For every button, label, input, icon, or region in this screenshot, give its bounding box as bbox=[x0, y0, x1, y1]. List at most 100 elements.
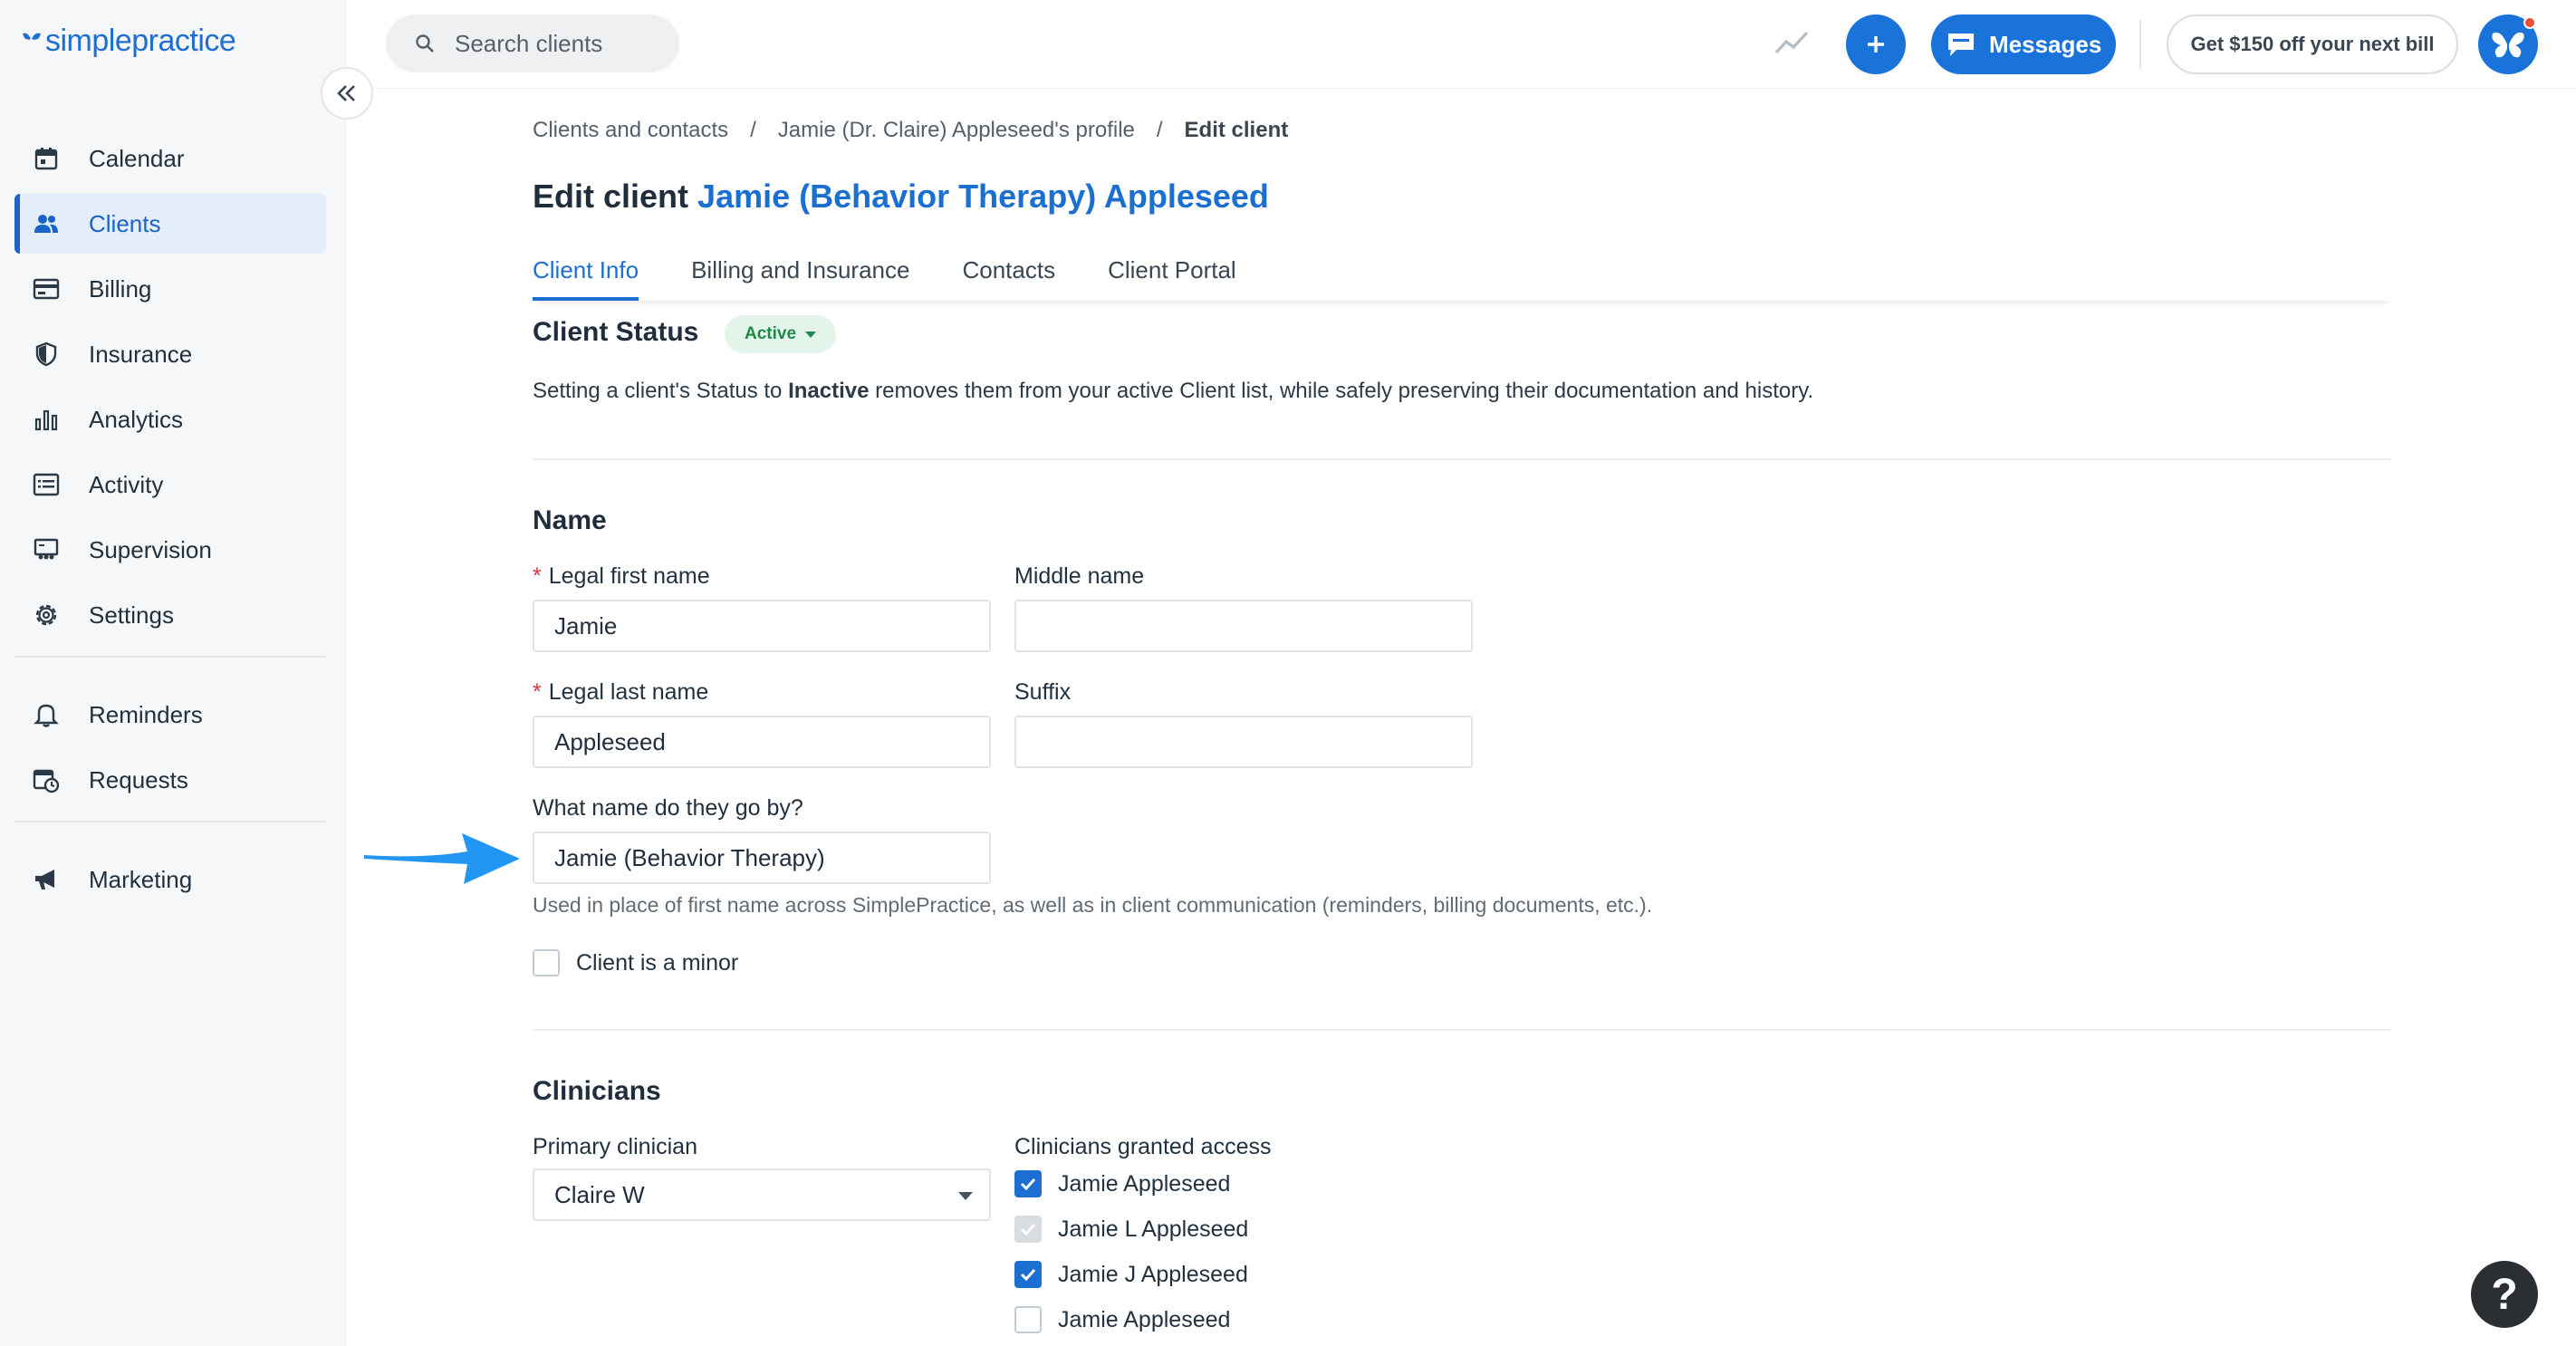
checkmark-icon bbox=[1020, 1178, 1036, 1191]
sidebar-item-marketing[interactable]: Marketing bbox=[14, 850, 326, 909]
sidebar-item-billing[interactable]: Billing bbox=[14, 259, 326, 319]
page-title-prefix: Edit client bbox=[533, 178, 689, 215]
clinician-name: Jamie Appleseed bbox=[1058, 1306, 1231, 1332]
sidebar-item-clients[interactable]: Clients bbox=[14, 194, 326, 254]
search-placeholder: Search clients bbox=[455, 29, 603, 57]
page-title-client-name: Jamie (Behavior Therapy) Appleseed bbox=[697, 178, 1269, 215]
checkbox-checked[interactable] bbox=[1014, 1261, 1042, 1288]
sidebar-item-analytics[interactable]: Analytics bbox=[14, 389, 326, 449]
primary-clinician-select[interactable]: Claire W bbox=[533, 1168, 991, 1221]
users-icon bbox=[33, 210, 60, 237]
middle-name-field[interactable] bbox=[1014, 600, 1473, 652]
goes-by-label: What name do they go by? bbox=[533, 795, 803, 821]
sidebar-item-insurance[interactable]: Insurance bbox=[14, 324, 326, 384]
promo-button[interactable]: Get $150 off your next bill bbox=[2167, 14, 2458, 74]
logo-text: simplepractice bbox=[45, 24, 236, 58]
sidebar-item-label: Insurance bbox=[89, 340, 193, 368]
status-badge-dropdown[interactable]: Active bbox=[725, 315, 837, 353]
megaphone-icon bbox=[33, 866, 60, 893]
double-chevron-left-icon bbox=[337, 85, 355, 101]
breadcrumb-separator: / bbox=[750, 118, 756, 142]
sidebar-item-activity[interactable]: Activity bbox=[14, 455, 326, 514]
last-name-value: Appleseed bbox=[554, 727, 666, 755]
client-is-minor-checkbox[interactable]: Client is a minor bbox=[533, 949, 738, 976]
sidebar-item-calendar[interactable]: Calendar bbox=[14, 129, 326, 188]
tab-billing-and-insurance[interactable]: Billing and Insurance bbox=[691, 250, 909, 301]
clinician-name: Jamie L Appleseed bbox=[1058, 1216, 1249, 1242]
section-divider bbox=[533, 1029, 2391, 1031]
middle-name-label: Middle name bbox=[1014, 563, 1145, 589]
notification-dot bbox=[2523, 16, 2536, 29]
calendar-icon bbox=[33, 145, 60, 172]
sidebar: simplepractice Calendar Clients Billing … bbox=[0, 0, 346, 1346]
last-name-label: * Legal last name bbox=[533, 679, 708, 706]
sidebar-nav: Calendar Clients Billing Insurance Analy… bbox=[14, 129, 326, 915]
trend-chart-icon[interactable] bbox=[1773, 27, 1810, 58]
user-avatar[interactable] bbox=[2478, 14, 2538, 74]
clinician-access-item[interactable]: Jamie Appleseed bbox=[1014, 1170, 1230, 1197]
sidebar-item-label: Analytics bbox=[89, 405, 184, 433]
goes-by-value: Jamie (Behavior Therapy) bbox=[554, 843, 825, 871]
sidebar-item-label: Marketing bbox=[89, 865, 193, 893]
required-asterisk: * bbox=[533, 679, 542, 705]
sidebar-item-settings[interactable]: Settings bbox=[14, 585, 326, 645]
client-status-heading: Client Status bbox=[533, 317, 699, 347]
clinician-access-item[interactable]: Jamie J Appleseed bbox=[1014, 1261, 1248, 1288]
status-badge-label: Active bbox=[745, 324, 797, 343]
bar-chart-icon bbox=[33, 406, 60, 433]
sidebar-item-supervision[interactable]: Supervision bbox=[14, 520, 326, 580]
sidebar-item-label: Reminders bbox=[89, 700, 203, 728]
sidebar-item-label: Supervision bbox=[89, 535, 212, 563]
last-name-label-text: Legal last name bbox=[548, 679, 709, 705]
list-icon bbox=[33, 471, 60, 498]
sidebar-item-label: Requests bbox=[89, 765, 188, 793]
breadcrumb-profile-link[interactable]: Jamie (Dr. Claire) Appleseed's profile bbox=[778, 118, 1135, 143]
suffix-field[interactable] bbox=[1014, 716, 1473, 768]
shield-icon bbox=[33, 341, 60, 368]
breadcrumb-clients-link[interactable]: Clients and contacts bbox=[533, 118, 728, 143]
help-button[interactable]: ? bbox=[2471, 1261, 2538, 1328]
logo-mark-icon bbox=[23, 33, 41, 40]
client-is-minor-label: Client is a minor bbox=[576, 949, 739, 976]
checkbox-checked[interactable] bbox=[1014, 1170, 1042, 1197]
sidebar-item-reminders[interactable]: Reminders bbox=[14, 685, 326, 745]
last-name-field[interactable]: Appleseed bbox=[533, 716, 991, 768]
butterfly-avatar-icon bbox=[2492, 32, 2524, 58]
goes-by-helper-text: Used in place of first name across Simpl… bbox=[533, 893, 1653, 917]
status-description: Setting a client's Status to Inactive re… bbox=[533, 379, 1813, 404]
checkbox-box[interactable] bbox=[533, 949, 560, 976]
checkbox-disabled bbox=[1014, 1216, 1042, 1243]
goes-by-field[interactable]: Jamie (Behavior Therapy) bbox=[533, 832, 991, 884]
tab-client-info[interactable]: Client Info bbox=[533, 250, 639, 301]
first-name-label: * Legal first name bbox=[533, 563, 710, 590]
sidebar-item-requests[interactable]: Requests bbox=[14, 750, 326, 810]
messages-label: Messages bbox=[1989, 30, 2102, 58]
first-name-field[interactable]: Jamie bbox=[533, 600, 991, 652]
collapse-sidebar-button[interactable] bbox=[321, 67, 373, 120]
suffix-label: Suffix bbox=[1014, 679, 1072, 705]
clinicians-access-label: Clinicians granted access bbox=[1014, 1134, 1272, 1159]
sidebar-item-label: Billing bbox=[89, 274, 152, 303]
sidebar-divider bbox=[14, 821, 326, 822]
checkmark-icon bbox=[1020, 1268, 1036, 1282]
tab-client-portal[interactable]: Client Portal bbox=[1108, 250, 1236, 301]
caret-down-icon bbox=[805, 331, 817, 338]
top-bar: Search clients Messages Get $150 off you… bbox=[346, 0, 2576, 89]
sidebar-item-label: Calendar bbox=[89, 144, 185, 172]
required-asterisk: * bbox=[533, 563, 542, 589]
search-input[interactable]: Search clients bbox=[386, 14, 679, 72]
add-new-button[interactable] bbox=[1846, 14, 1906, 74]
tab-contacts[interactable]: Contacts bbox=[962, 250, 1055, 301]
dropdown-arrow-icon bbox=[958, 1192, 973, 1200]
messages-button[interactable]: Messages bbox=[1931, 14, 2116, 74]
simplepractice-logo[interactable]: simplepractice bbox=[20, 24, 236, 59]
checkbox-unchecked[interactable] bbox=[1014, 1306, 1042, 1333]
breadcrumb-separator: / bbox=[1156, 118, 1163, 142]
checkmark-icon bbox=[1020, 1223, 1036, 1236]
clinician-access-item[interactable]: Jamie Appleseed bbox=[1014, 1306, 1230, 1333]
clinicians-heading: Clinicians bbox=[533, 1076, 661, 1106]
plus-icon bbox=[1868, 36, 1884, 53]
status-text-after: removes them from your active Client lis… bbox=[869, 379, 1814, 403]
primary-clinician-value: Claire W bbox=[554, 1180, 645, 1208]
name-heading: Name bbox=[533, 505, 607, 535]
